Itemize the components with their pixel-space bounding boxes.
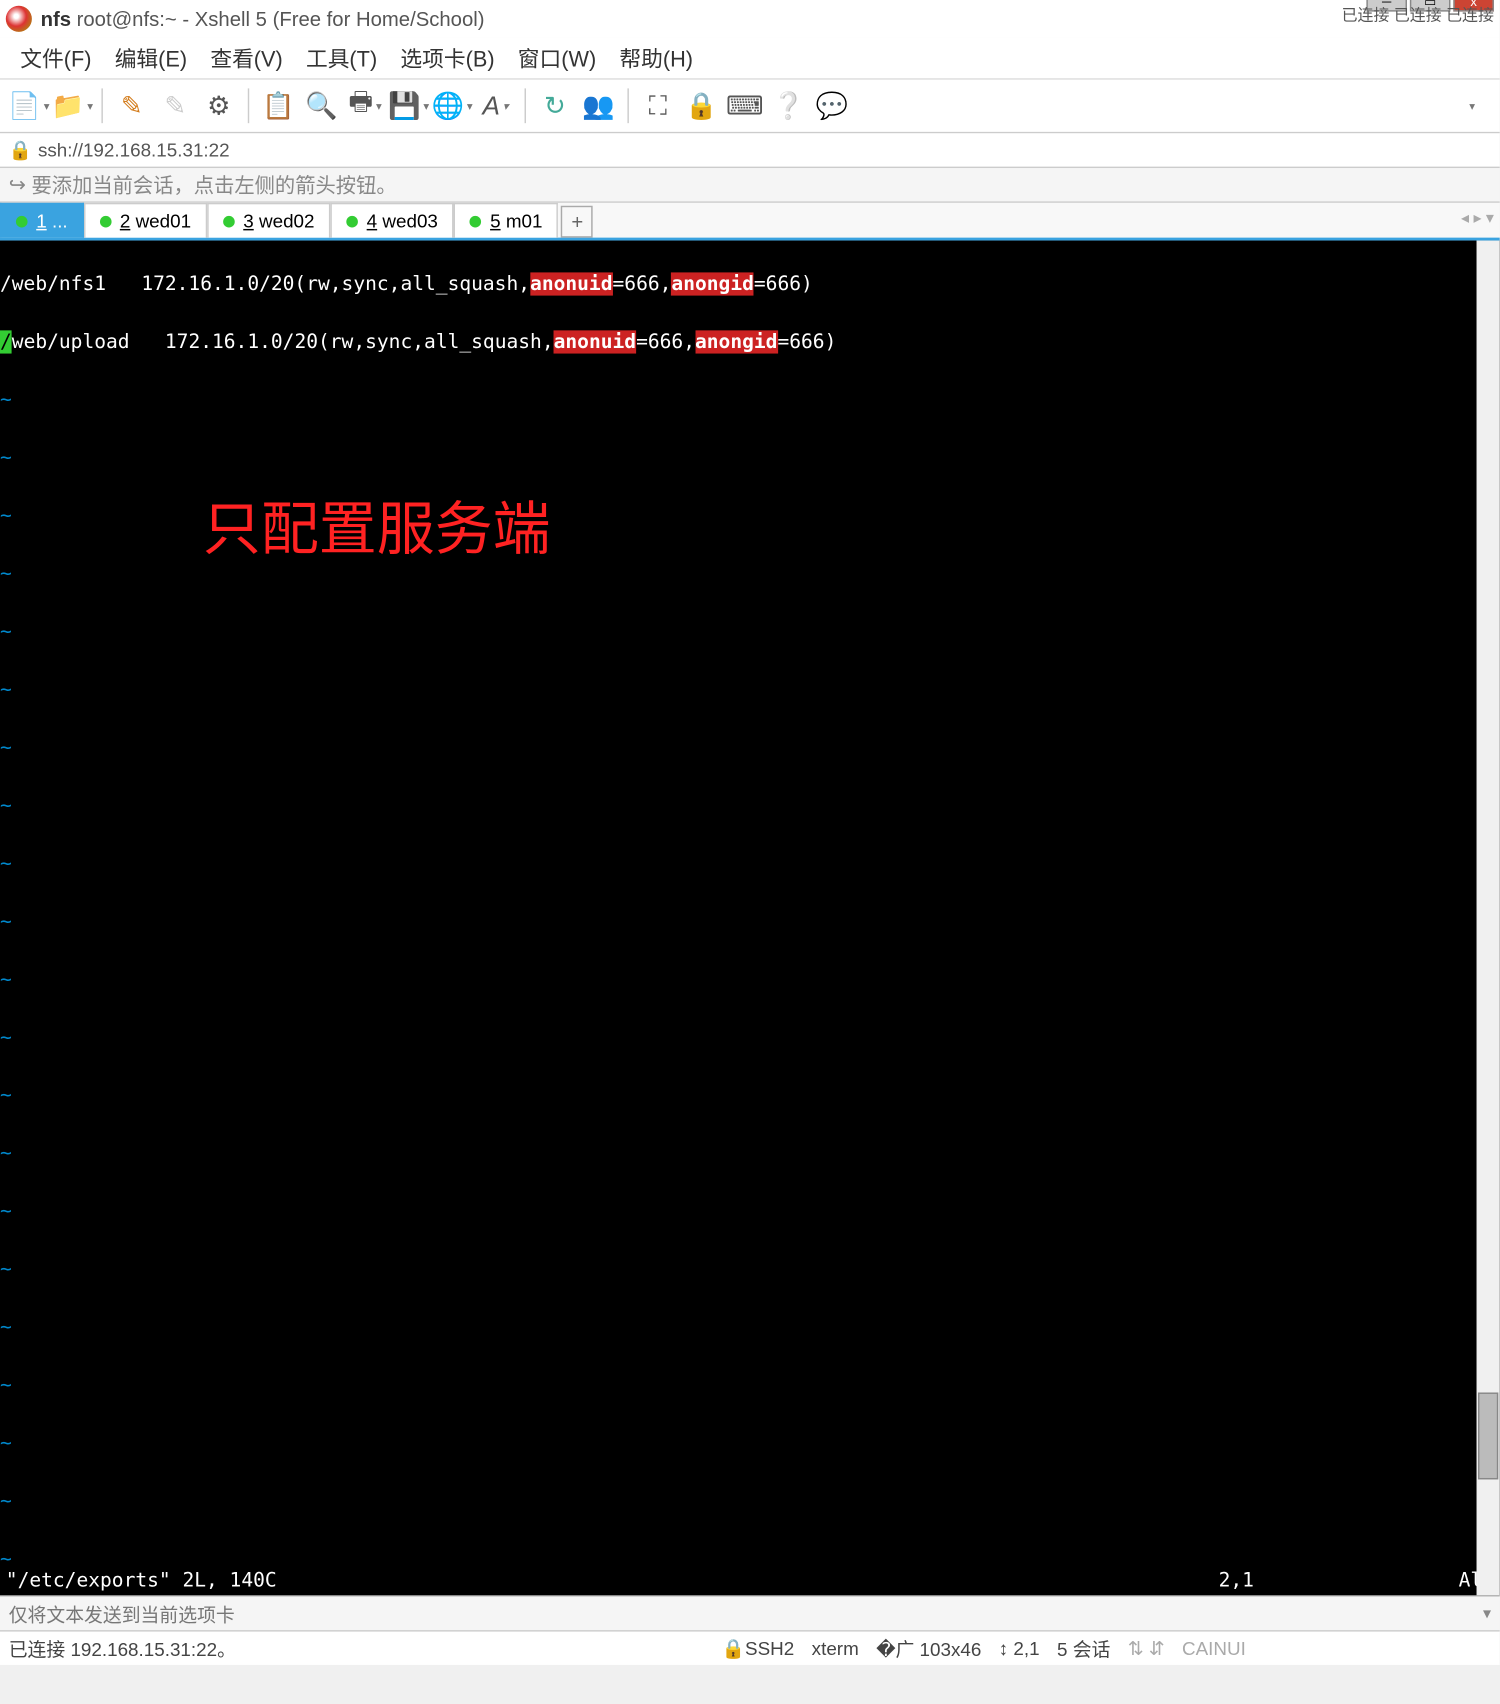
address-text: ssh://192.168.15.31:22 — [38, 139, 230, 161]
vim-tilde: ~ — [0, 385, 1500, 414]
window-title: nfs root@nfs:~ - Xshell 5 (Free for Home… — [41, 7, 485, 30]
scrollbar-thumb[interactable] — [1478, 1392, 1498, 1479]
status-dot-icon — [470, 215, 482, 227]
menu-bar: 文件(F) 编辑(E) 查看(V) 工具(T) 选项卡(B) 窗口(W) 帮助(… — [0, 38, 1500, 79]
toolbar: 📄 📁 ✎ ✎ ⚙ 📋 🔍 🖶 💾 🌐 A ↻ 👥 ⛶ 🔒 ⌨ ❔ 💬 — [0, 78, 1500, 133]
vim-tilde: ~ — [0, 1313, 1500, 1342]
tab-5[interactable]: 5 m01 — [454, 203, 559, 238]
status-dot-icon — [16, 215, 28, 227]
new-session-button[interactable]: 📄 — [9, 85, 50, 126]
status-bar: 已连接 192.168.15.31:22。 🔒SSH2 xterm �广 103… — [0, 1630, 1500, 1665]
title-bar: nfs root@nfs:~ - Xshell 5 (Free for Home… — [0, 0, 1500, 38]
add-session-icon[interactable]: ↪ — [9, 172, 26, 197]
terminal-line: /web/upload 172.16.1.0/20(rw,sync,all_sq… — [0, 327, 1500, 356]
refresh-button[interactable]: ↻ — [535, 85, 576, 126]
vim-tilde: ~ — [0, 733, 1500, 762]
menu-help[interactable]: 帮助(H) — [614, 40, 699, 76]
save-button[interactable]: 💾 — [388, 85, 429, 126]
terminal-line: /web/nfs1 172.16.1.0/20(rw,sync,all_squa… — [0, 270, 1500, 299]
vim-file-info: "/etc/exports" 2L, 140C — [6, 1566, 1219, 1595]
fullscreen-button[interactable]: ⛶ — [638, 85, 679, 126]
vim-tilde: ~ — [0, 1197, 1500, 1226]
send-hint: 仅将文本发送到当前选项卡 — [9, 1600, 235, 1628]
lock-button[interactable]: 🔒 — [681, 85, 722, 126]
vim-tilde: ~ — [0, 1487, 1500, 1516]
status-size: �广 103x46 — [876, 1634, 981, 1662]
tabs-bar: 1 ... 2 wed01 3 wed02 4 wed03 5 m01 + ◂ … — [0, 203, 1500, 241]
vim-cursor: / — [0, 330, 12, 353]
app-icon — [6, 6, 32, 32]
vim-tilde: ~ — [0, 617, 1500, 646]
copy-button[interactable]: 📋 — [258, 85, 299, 126]
hint-bar: ↪ 要添加当前会话，点击左侧的箭头按钮。 — [0, 168, 1500, 203]
print-button[interactable]: 🖶 — [345, 85, 386, 126]
vim-tilde: ~ — [0, 1023, 1500, 1052]
menu-tabs[interactable]: 选项卡(B) — [395, 40, 501, 76]
tabs-nav[interactable]: ◂ ▸ ▾ — [1461, 209, 1494, 228]
status-dot-icon — [346, 215, 358, 227]
tab-3[interactable]: 3 wed02 — [207, 203, 330, 238]
vim-cursor-pos: 2,1 — [1219, 1566, 1436, 1595]
web-button[interactable]: 🌐 — [432, 85, 473, 126]
status-sessions: 5 会话 — [1057, 1634, 1110, 1662]
vim-tilde: ~ — [0, 443, 1500, 472]
menu-tools[interactable]: 工具(T) — [300, 40, 383, 76]
tab-2[interactable]: 2 wed01 — [84, 203, 207, 238]
connection-badges: 已连接 已连接 已连接 — [1342, 3, 1494, 26]
add-tab-button[interactable]: + — [561, 206, 593, 238]
vim-tilde: ~ — [0, 907, 1500, 936]
vim-tilde: ~ — [0, 559, 1500, 588]
find-button[interactable]: 🔍 — [301, 85, 342, 126]
status-connection: 已连接 192.168.15.31:22。 — [9, 1634, 705, 1662]
reconnect-button[interactable]: ✎ — [112, 85, 153, 126]
vim-tilde: ~ — [0, 1255, 1500, 1284]
menu-file[interactable]: 文件(F) — [14, 40, 97, 76]
vim-tilde: ~ — [0, 1081, 1500, 1110]
vim-tilde: ~ — [0, 791, 1500, 820]
tab-1[interactable]: 1 ... — [0, 203, 84, 238]
send-dropdown[interactable]: ▾ — [1483, 1604, 1491, 1623]
more-button[interactable] — [1450, 85, 1491, 126]
menu-window[interactable]: 窗口(W) — [512, 40, 602, 76]
vim-tilde: ~ — [0, 675, 1500, 704]
overlay-annotation: 只配置服务端 — [203, 516, 551, 545]
lock-icon: 🔒 — [9, 138, 32, 161]
send-bar: 仅将文本发送到当前选项卡 ▾ — [0, 1595, 1500, 1630]
status-arrows: ⇅ ⇵ — [1128, 1637, 1165, 1660]
vim-status-line: "/etc/exports" 2L, 140C 2,1 All — [0, 1566, 1500, 1595]
tab-4[interactable]: 4 wed03 — [330, 203, 453, 238]
menu-view[interactable]: 查看(V) — [205, 40, 289, 76]
status-term: xterm — [812, 1637, 859, 1659]
font-button[interactable]: A — [475, 85, 516, 126]
disconnect-button[interactable]: ✎ — [155, 85, 196, 126]
properties-button[interactable]: ⚙ — [199, 85, 240, 126]
status-ime: CAINUI — [1182, 1637, 1246, 1659]
vim-tilde: ~ — [0, 849, 1500, 878]
vim-tilde: ~ — [0, 1139, 1500, 1168]
users-button[interactable]: 👥 — [578, 85, 619, 126]
menu-edit[interactable]: 编辑(E) — [109, 40, 193, 76]
terminal[interactable]: /web/nfs1 172.16.1.0/20(rw,sync,all_squa… — [0, 241, 1500, 1596]
status-cursor: ↕ 2,1 — [999, 1637, 1040, 1659]
open-button[interactable]: 📁 — [52, 85, 93, 126]
status-dot-icon — [223, 215, 235, 227]
vim-tilde: ~ — [0, 1429, 1500, 1458]
comment-button[interactable]: 💬 — [811, 85, 852, 126]
vim-tilde: ~ — [0, 1371, 1500, 1400]
vim-tilde: ~ — [0, 965, 1500, 994]
address-bar[interactable]: 🔒 ssh://192.168.15.31:22 — [0, 133, 1500, 168]
hint-text: 要添加当前会话，点击左侧的箭头按钮。 — [31, 170, 396, 199]
keyboard-button[interactable]: ⌨ — [725, 85, 766, 126]
status-ssh: 🔒SSH2 — [722, 1637, 795, 1660]
help-button[interactable]: ❔ — [768, 85, 809, 126]
scrollbar[interactable] — [1477, 241, 1500, 1596]
status-dot-icon — [100, 215, 112, 227]
